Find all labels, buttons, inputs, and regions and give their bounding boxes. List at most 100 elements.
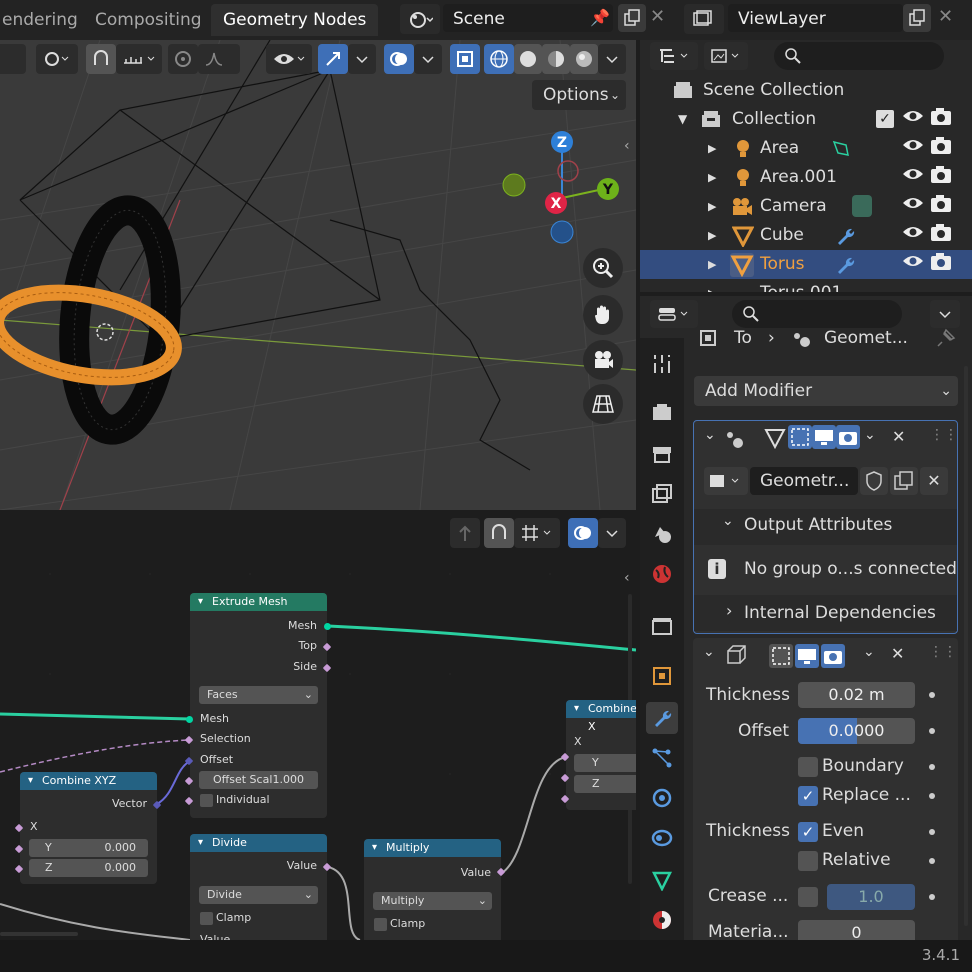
divide-mode-dropdown[interactable]: Divide ⌄ <box>199 886 318 904</box>
combine-2-z-field[interactable]: Z <box>574 775 636 793</box>
relative-checkbox[interactable] <box>798 851 818 871</box>
data-tab-icon[interactable] <box>646 864 678 896</box>
node-group-browse-icon[interactable] <box>704 467 748 495</box>
outliner-row-torus-001[interactable]: ▶ Torus.001 <box>640 279 972 292</box>
material-offset-field[interactable]: 0 <box>798 920 915 940</box>
realtime-toggle-icon[interactable] <box>812 425 836 449</box>
keyframe-dot-icon[interactable] <box>929 829 935 835</box>
proportional-edit-icon[interactable] <box>168 44 198 74</box>
xray-toggle-icon[interactable] <box>450 44 480 74</box>
keyframe-dot-icon[interactable] <box>929 894 935 900</box>
tab-geometry-nodes[interactable]: Geometry Nodes <box>211 4 379 36</box>
node-combine-xyz-2[interactable]: Combine X X Y Z <box>566 700 636 810</box>
modifier-menu-dropdown-icon[interactable]: ⌄ <box>863 644 875 660</box>
divide-clamp-checkbox[interactable] <box>200 912 213 925</box>
close-viewlayer-icon[interactable]: ✕ <box>938 6 953 27</box>
scene-selector-icon[interactable] <box>400 4 440 34</box>
remove-modifier-icon[interactable]: ✕ <box>891 644 904 663</box>
keyframe-dot-icon[interactable] <box>929 728 935 734</box>
even-checkbox[interactable]: ✓ <box>798 822 818 842</box>
outliner[interactable]: Scene Collection ▼ Collection ✓ ▶ Area ▶… <box>640 40 972 292</box>
viewlayer-icon[interactable] <box>684 4 724 34</box>
collapse-chevron-icon[interactable]: ⌄ <box>703 644 715 660</box>
material-shading-icon[interactable] <box>542 44 570 74</box>
node-snap-icon[interactable] <box>484 518 514 548</box>
replace-checkbox[interactable]: ✓ <box>798 786 818 806</box>
multiply-clamp-checkbox[interactable] <box>374 918 387 931</box>
expand-arrow-icon[interactable]: ▶ <box>708 250 716 279</box>
physics-tab-icon[interactable] <box>646 782 678 814</box>
overlays-dropdown-icon[interactable] <box>414 44 442 74</box>
node-multiply[interactable]: Multiply Value Multiply ⌄ Clamp <box>364 839 501 940</box>
view-layer-tab-icon[interactable] <box>646 478 678 510</box>
crease-field[interactable]: 1.0 <box>827 884 915 910</box>
collection-tab-icon[interactable] <box>646 610 678 642</box>
collapse-chevron-icon[interactable]: ⌄ <box>704 427 716 443</box>
pin-icon[interactable] <box>936 328 956 352</box>
on-cage-toggle-icon[interactable] <box>788 425 812 449</box>
keyframe-dot-icon[interactable] <box>929 764 935 770</box>
crease-checkbox[interactable] <box>798 887 818 907</box>
solid-shading-icon[interactable] <box>514 44 542 74</box>
output-attributes-subpanel[interactable]: ⌄ Output Attributes <box>694 509 957 545</box>
visibility-eye-icon[interactable] <box>902 164 924 188</box>
3d-viewport[interactable]: Options ⌄ Z Y X ‹ <box>0 40 636 510</box>
extrude-mode-dropdown[interactable]: Faces ⌄ <box>199 686 318 704</box>
hand-pan-icon[interactable] <box>583 295 623 335</box>
expand-arrow-icon[interactable]: ▶ <box>708 279 716 292</box>
render-tab-icon[interactable] <box>646 396 678 428</box>
individual-checkbox[interactable] <box>200 794 213 807</box>
node-overlays-icon[interactable] <box>568 518 598 548</box>
overlays-toggle-icon[interactable] <box>384 44 414 74</box>
tab-compositing[interactable]: Compositing <box>83 4 214 36</box>
rendered-shading-icon[interactable] <box>570 44 598 74</box>
visibility-eye-icon[interactable] <box>902 106 924 130</box>
node-group-name-field[interactable]: Geometr... <box>750 467 858 495</box>
visibility-eye-icon[interactable] <box>902 251 924 275</box>
object-visibility-icon[interactable] <box>266 44 312 74</box>
on-cage-toggle-icon[interactable] <box>769 644 793 668</box>
fake-user-shield-icon[interactable] <box>860 467 888 495</box>
extrude-in-mesh-socket[interactable] <box>186 716 193 723</box>
properties-scrollbar[interactable] <box>964 366 968 926</box>
object-tab-icon[interactable] <box>646 660 678 692</box>
gizmo-dropdown-icon[interactable] <box>348 44 376 74</box>
navigation-gizmo[interactable]: Z Y X <box>498 128 628 258</box>
output-tab-icon[interactable] <box>646 438 678 470</box>
properties-options-dropdown-icon[interactable] <box>930 300 960 328</box>
tool-tab-icon[interactable] <box>646 348 678 380</box>
render-camera-icon[interactable] <box>930 222 952 246</box>
render-camera-icon[interactable] <box>930 135 952 159</box>
parent-node-tree-icon[interactable] <box>450 518 480 548</box>
constraints-tab-icon[interactable] <box>646 822 678 854</box>
collapse-sidebar-icon[interactable]: ‹ <box>624 138 630 154</box>
exclude-checkbox[interactable]: ✓ <box>876 110 894 128</box>
node-divide[interactable]: Divide Value Divide ⌄ Clamp Value <box>190 834 327 940</box>
copy-viewlayer-icon[interactable] <box>903 4 931 32</box>
visibility-eye-icon[interactable] <box>902 135 924 159</box>
duplicate-node-group-icon[interactable] <box>890 467 918 495</box>
viewlayer-name-field[interactable]: ViewLayer <box>728 4 903 32</box>
modifier-menu-dropdown-icon[interactable]: ⌄ <box>864 427 876 443</box>
node-editor[interactable]: ‹ Extrude Mesh Mesh Top Side Faces ⌄ Mes… <box>0 514 636 940</box>
edit-mode-toggle-icon[interactable] <box>764 427 786 453</box>
snap-toggle-icon[interactable] <box>86 44 116 74</box>
view-menu-dropdown[interactable] <box>0 44 26 74</box>
gizmo-toggle-icon[interactable] <box>318 44 348 74</box>
render-toggle-icon[interactable] <box>836 425 860 449</box>
multiply-mode-dropdown[interactable]: Multiply ⌄ <box>373 892 492 910</box>
options-dropdown[interactable]: Options ⌄ <box>532 80 626 110</box>
editor-type-icon[interactable] <box>650 300 698 328</box>
thickness-field[interactable]: 0.02 m <box>798 682 915 708</box>
node-extrude-mesh[interactable]: Extrude Mesh Mesh Top Side Faces ⌄ Mesh … <box>190 593 327 818</box>
expand-arrow-icon[interactable]: ▶ <box>708 192 716 221</box>
zoom-icon[interactable] <box>583 248 623 288</box>
tab-rendering[interactable]: endering <box>0 4 90 36</box>
snap-increment-icon[interactable] <box>116 44 162 74</box>
copy-scene-icon[interactable] <box>618 4 646 32</box>
world-tab-icon[interactable] <box>646 558 678 590</box>
ortho-grid-icon[interactable] <box>583 384 623 424</box>
boundary-checkbox[interactable] <box>798 757 818 777</box>
node-overlays-dropdown-icon[interactable] <box>598 518 626 548</box>
properties-editor[interactable]: To › Geomet... Add Modifier ⌄ ⌄ ⌄ ✕ ⋮⋮ G… <box>640 296 972 940</box>
